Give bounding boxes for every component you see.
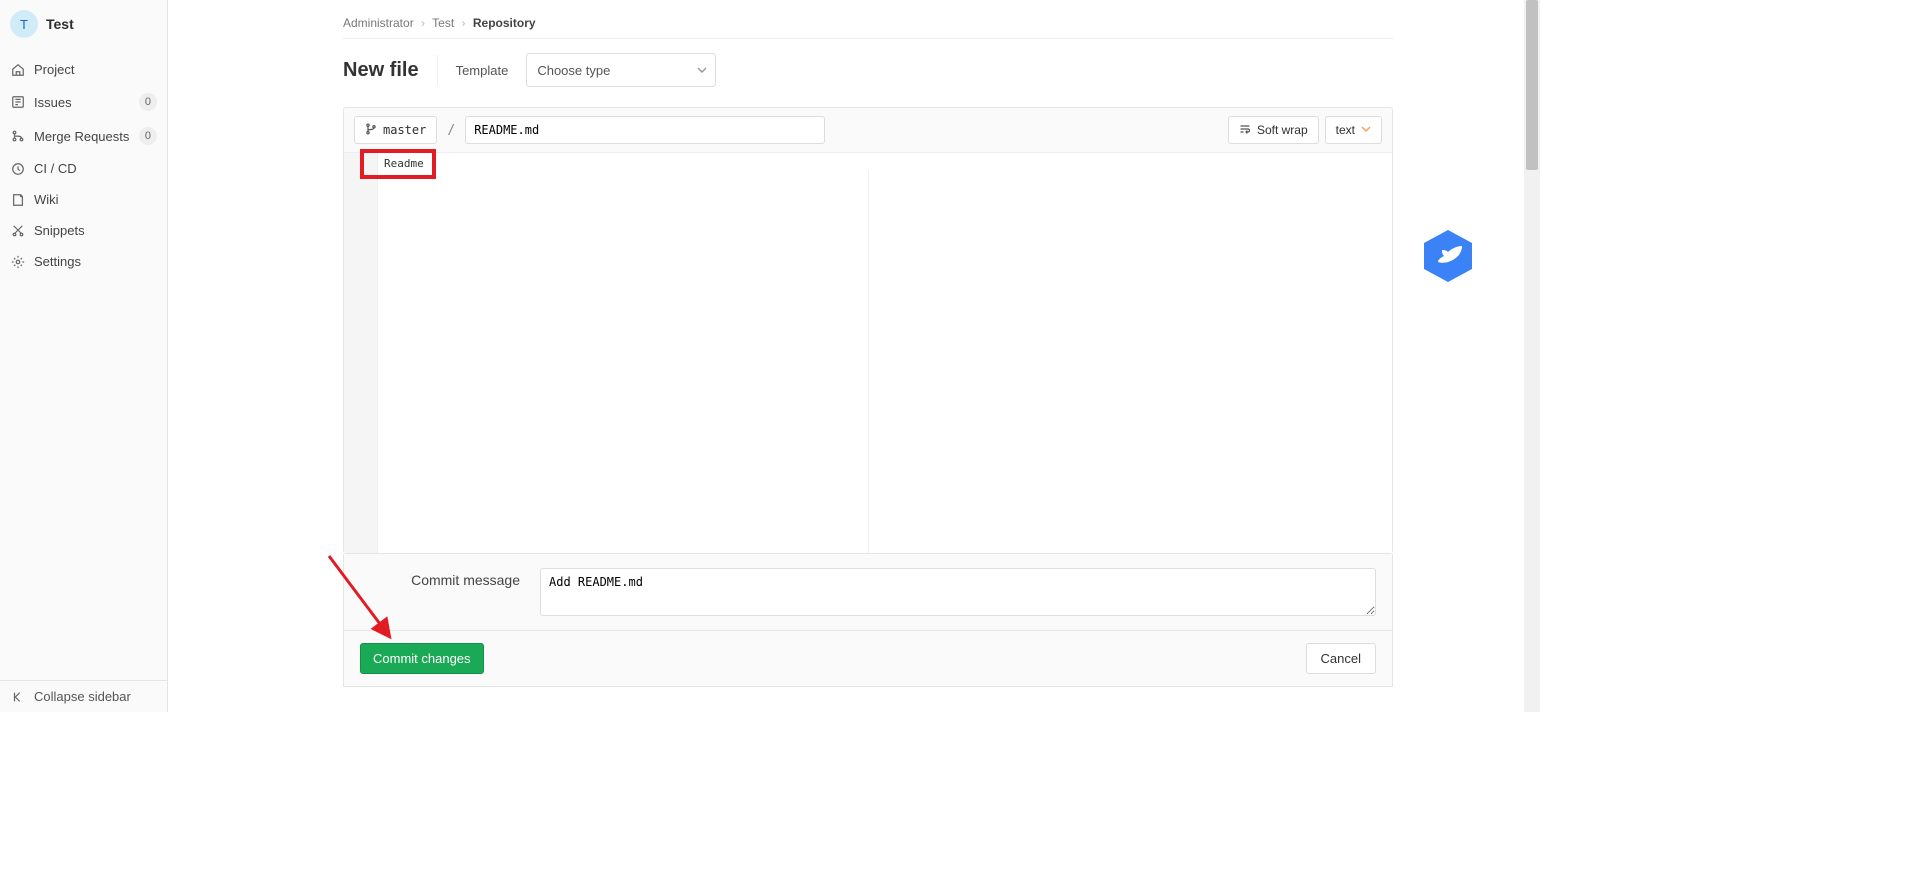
breadcrumb-administrator[interactable]: Administrator	[343, 16, 414, 30]
sidebar-item-issues[interactable]: Issues 0	[0, 85, 167, 119]
sidebar-item-wiki[interactable]: Wiki	[0, 184, 167, 215]
filename-input[interactable]	[465, 116, 825, 144]
sidebar: T Test Project Issues 0 Merge	[0, 0, 168, 712]
syntax-mode-label: text	[1336, 123, 1355, 137]
divider	[437, 55, 438, 85]
commit-message-row: Commit message	[343, 554, 1393, 631]
sidebar-item-settings[interactable]: Settings	[0, 246, 167, 277]
editor-line-1: Readme	[384, 157, 424, 170]
sidebar-item-label: Settings	[34, 254, 157, 269]
softwrap-icon	[1239, 123, 1251, 138]
chevron-right-icon: ›	[421, 16, 425, 30]
divider	[343, 38, 1393, 39]
sidebar-item-project[interactable]: Project	[0, 54, 167, 85]
editor-text-area[interactable]: Readme	[378, 153, 1392, 553]
project-avatar: T	[10, 10, 38, 38]
wiki-icon	[10, 193, 26, 207]
softwrap-label: Soft wrap	[1257, 123, 1308, 137]
editor-card: master / Soft wrap text	[343, 107, 1393, 554]
commit-changes-button[interactable]: Commit changes	[360, 643, 484, 674]
template-select-value: Choose type	[537, 63, 610, 78]
sidebar-item-cicd[interactable]: CI / CD	[0, 153, 167, 184]
merge-icon	[10, 129, 26, 143]
sidebar-item-merge-requests[interactable]: Merge Requests 0	[0, 119, 167, 153]
template-select[interactable]: Choose type	[526, 53, 716, 87]
sidebar-item-label: Wiki	[34, 192, 157, 207]
branch-icon	[365, 123, 377, 138]
scrollbar-thumb[interactable]	[1526, 0, 1538, 170]
breadcrumb: Administrator › Test › Repository	[343, 16, 1393, 30]
template-label: Template	[456, 63, 509, 78]
sidebar-collapse[interactable]: Collapse sidebar	[0, 680, 167, 712]
breadcrumb-test[interactable]: Test	[432, 16, 454, 30]
branch-selector[interactable]: master	[354, 116, 437, 144]
helper-badge[interactable]	[1420, 228, 1476, 284]
cancel-button[interactable]: Cancel	[1306, 643, 1376, 674]
commit-message-label: Commit message	[390, 568, 520, 616]
branch-name: master	[383, 123, 426, 137]
sidebar-footer-label: Collapse sidebar	[34, 689, 131, 704]
collapse-icon	[10, 690, 26, 704]
chevron-down-icon	[1361, 123, 1371, 137]
editor-vertical-ruler	[868, 171, 869, 553]
editor-header: master / Soft wrap text	[344, 108, 1392, 153]
vertical-scrollbar[interactable]	[1524, 0, 1540, 712]
settings-icon	[10, 255, 26, 269]
title-row: New file Template Choose type	[343, 53, 1393, 87]
chevron-right-icon: ›	[462, 16, 466, 30]
sidebar-nav: Project Issues 0 Merge Requests 0	[0, 48, 167, 277]
sidebar-project-header[interactable]: T Test	[0, 0, 167, 48]
page-title: New file	[343, 59, 419, 82]
sidebar-item-snippets[interactable]: Snippets	[0, 215, 167, 246]
home-icon	[10, 63, 26, 77]
commit-message-input[interactable]	[540, 568, 1376, 616]
sidebar-item-label: Project	[34, 62, 157, 77]
cicd-icon	[10, 162, 26, 176]
sidebar-badge: 0	[139, 93, 157, 111]
code-editor[interactable]: Readme	[344, 153, 1392, 553]
sidebar-item-label: Merge Requests	[34, 129, 131, 144]
snippets-icon	[10, 224, 26, 238]
editor-gutter	[344, 153, 378, 553]
sidebar-badge: 0	[139, 127, 157, 145]
issues-icon	[10, 95, 26, 109]
actions-row: Commit changes Cancel	[343, 631, 1393, 687]
page-root: T Test Project Issues 0 Merge	[0, 0, 1540, 712]
breadcrumb-repository[interactable]: Repository	[473, 16, 536, 30]
sidebar-item-label: Snippets	[34, 223, 157, 238]
sidebar-item-label: Issues	[34, 95, 131, 110]
softwrap-toggle[interactable]: Soft wrap	[1228, 116, 1319, 144]
chevron-down-icon	[697, 63, 707, 78]
path-separator: /	[447, 123, 455, 138]
main-content: Administrator › Test › Repository New fi…	[168, 0, 1540, 712]
project-name: Test	[46, 16, 74, 32]
sidebar-item-label: CI / CD	[34, 161, 157, 176]
syntax-mode-select[interactable]: text	[1325, 116, 1382, 144]
